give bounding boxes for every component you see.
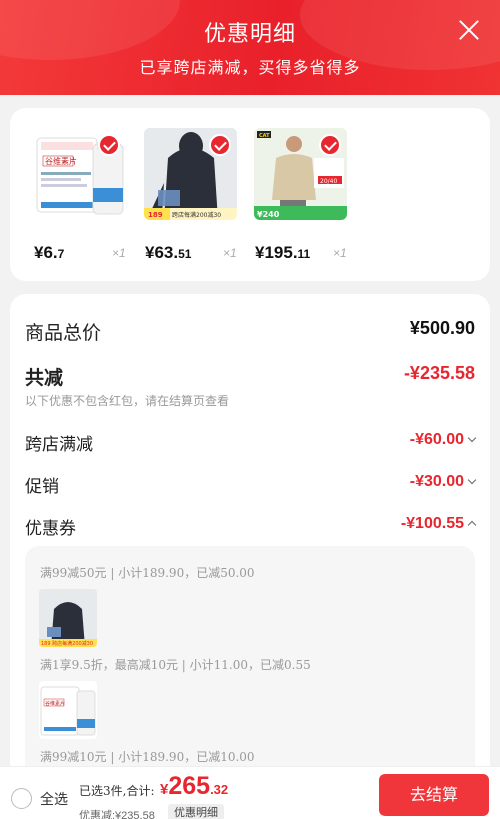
product-qty: ×1 (223, 246, 237, 260)
coupon-thumb-hoodie: 189 跨店每满200减30 (39, 589, 97, 647)
page-subtitle: 已享跨店满减，买得多省得多 (139, 58, 361, 77)
checkout-button[interactable]: 去结算 (379, 774, 489, 816)
cross-store-row[interactable]: -¥60.00 (410, 431, 477, 449)
discount-total-label: 共减 (25, 367, 64, 389)
product-qty: ×1 (333, 246, 347, 260)
checked-icon[interactable] (319, 134, 341, 156)
checkout-bar: 全选 已选3件,合计: ¥265.32 优惠减:¥235.58 优惠明细 去结算 (0, 766, 500, 819)
select-all-label[interactable]: 全选 (40, 789, 68, 809)
chevron-down-icon (467, 433, 477, 443)
chevron-down-icon (467, 475, 477, 485)
product-qty: ×1 (112, 246, 126, 260)
select-all-radio[interactable] (11, 788, 32, 809)
total-price-value: ¥500.90 (409, 318, 475, 338)
saved-amount: 优惠减:¥235.58 (79, 810, 155, 819)
header-banner: 优惠明细 已享跨店满减，买得多省得多 (0, 0, 500, 95)
products-card: 谷维素片 189 跨店每满200减30 CAT 20/40 ¥240 ¥6.7 … (10, 108, 490, 281)
svg-text:谷维素片: 谷维素片 (45, 700, 65, 707)
coupon-label: 优惠券 (25, 519, 76, 539)
close-icon[interactable] (458, 19, 480, 41)
svg-text:189 跨店每满200减30: 189 跨店每满200减30 (41, 640, 93, 647)
coupon-thumb-pill: 谷维素片 (39, 681, 97, 739)
svg-text:谷维素片: 谷维素片 (45, 156, 77, 166)
promotion-label: 促销 (25, 477, 59, 497)
discount-note: 以下优惠不包含红包，请在结算页查看 (25, 394, 230, 408)
selected-count: 已选3件,合计: (79, 784, 155, 798)
coupon-item-text: 满99减50元 | 小计189.90，已减50.00 (40, 566, 255, 580)
product-image-pill[interactable]: 谷维素片 (33, 128, 126, 220)
promotion-row[interactable]: -¥30.00 (410, 473, 477, 491)
checked-icon[interactable] (98, 134, 120, 156)
coupon-row[interactable]: -¥100.55 (401, 515, 477, 533)
pill-bottle-icon: 谷维素片 (40, 686, 96, 736)
discount-detail-tag[interactable]: 优惠明细 (168, 804, 224, 819)
product-price: ¥6.7 (34, 243, 65, 262)
discount-detail-card: 商品总价 ¥500.90 共减 -¥235.58 以下优惠不包含红包，请在结算页… (10, 294, 490, 819)
chevron-up-icon (467, 520, 477, 530)
coupon-item-text: 满99减10元 | 小计189.90，已减10.00 (40, 750, 255, 764)
discount-total-value: -¥235.58 (403, 363, 475, 383)
product-image-tshirt[interactable]: CAT 20/40 ¥240 (254, 128, 347, 220)
product-image-hoodie[interactable]: 189 跨店每满200减30 (144, 128, 237, 220)
total-price-label: 商品总价 (25, 322, 102, 344)
hoodie-icon: 189 跨店每满200减30 (39, 589, 97, 647)
page-title: 优惠明细 (203, 22, 296, 47)
svg-text:CAT: CAT (259, 133, 270, 139)
svg-text:¥240: ¥240 (257, 210, 280, 219)
coupon-item-text: 满1享9.5折，最高减10元 | 小计11.00，已减0.55 (40, 658, 311, 672)
svg-text:189: 189 (148, 211, 163, 219)
product-price: ¥195.11 (255, 243, 311, 262)
svg-text:跨店每满200减30: 跨店每满200减30 (172, 211, 221, 219)
svg-text:20/40: 20/40 (320, 178, 337, 185)
cross-store-label: 跨店满减 (25, 435, 93, 455)
product-price: ¥63.51 (145, 243, 192, 262)
checked-icon[interactable] (209, 134, 231, 156)
total-amount: ¥265.32 (160, 772, 229, 800)
